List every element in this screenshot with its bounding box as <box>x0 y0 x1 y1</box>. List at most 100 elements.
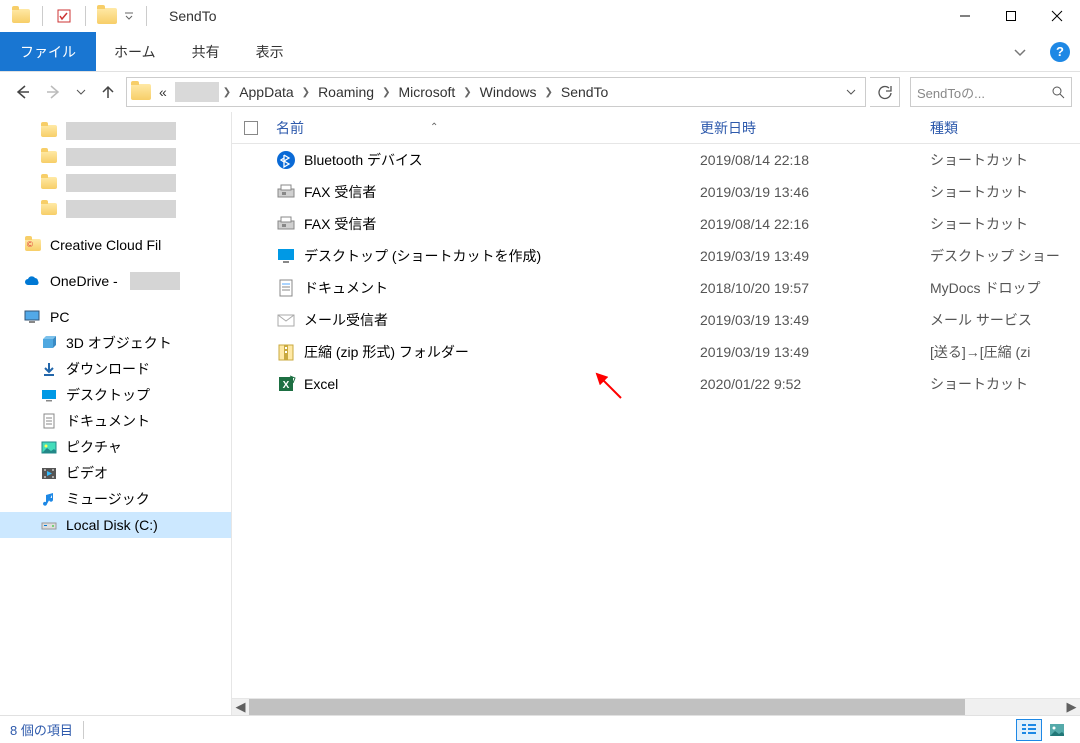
sidebar-quick-item[interactable] <box>0 144 231 170</box>
file-row[interactable]: デスクトップ (ショートカットを作成) 2019/03/19 13:49デスクトッ… <box>232 240 1080 272</box>
scroll-left-icon[interactable]: ◀ <box>232 699 249 716</box>
up-button[interactable] <box>94 78 122 106</box>
pictures-icon <box>40 438 58 456</box>
search-placeholder: SendToの... <box>917 83 1051 102</box>
file-date: 2019/03/19 13:49 <box>700 248 930 264</box>
column-date-header[interactable]: 更新日時 <box>700 118 930 138</box>
file-name: 圧縮 (zip 形式) フォルダー <box>304 342 469 362</box>
ribbon-expand-icon[interactable] <box>1000 32 1040 71</box>
crumb-microsoft[interactable]: Microsoft <box>392 78 461 106</box>
address-bar[interactable]: « ❯ AppData ❯ Roaming ❯ Microsoft ❯ Wind… <box>126 77 866 107</box>
maximize-button[interactable] <box>988 0 1034 32</box>
file-row[interactable]: XExcel2020/01/22 9:52ショートカット <box>232 368 1080 400</box>
file-name: メール受信者 <box>304 310 388 330</box>
file-row[interactable]: FAX 受信者2019/03/19 13:46ショートカット <box>232 176 1080 208</box>
sidebar-item-label: ダウンロード <box>66 359 150 379</box>
file-date: 2019/08/14 22:16 <box>700 216 930 232</box>
crumb-windows[interactable]: Windows <box>474 78 543 106</box>
back-button[interactable] <box>8 78 36 106</box>
sidebar-item-videos[interactable]: ビデオ <box>0 460 231 486</box>
file-type: デスクトップ ショー <box>930 246 1080 266</box>
excel-icon: X <box>276 374 296 394</box>
file-name: Excel <box>304 376 338 392</box>
sidebar-quick-item[interactable] <box>0 118 231 144</box>
crumb-roaming[interactable]: Roaming <box>312 78 380 106</box>
sidebar-item-label: ビデオ <box>66 463 108 483</box>
crumb-sep-icon[interactable]: ❯ <box>542 87 554 98</box>
sidebar-item-label: OneDrive - <box>50 273 118 289</box>
file-date: 2020/01/22 9:52 <box>700 376 930 392</box>
sidebar-item-downloads[interactable]: ダウンロード <box>0 356 231 382</box>
search-input[interactable]: SendToの... <box>910 77 1072 107</box>
folder-icon <box>40 122 58 140</box>
file-date: 2019/08/14 22:18 <box>700 152 930 168</box>
sidebar-item-local-disk-c[interactable]: Local Disk (C:) <box>0 512 231 538</box>
file-row[interactable]: FAX 受信者2019/08/14 22:16ショートカット <box>232 208 1080 240</box>
file-row[interactable]: 圧縮 (zip 形式) フォルダー2019/03/19 13:49[送る]→[圧… <box>232 336 1080 368</box>
ribbon-tab-home[interactable]: ホーム <box>96 32 174 71</box>
sidebar-quick-item[interactable] <box>0 196 231 222</box>
ribbon-tab-view[interactable]: 表示 <box>238 32 302 71</box>
mail-icon <box>276 310 296 330</box>
qat-folder-icon[interactable] <box>96 5 118 27</box>
recent-dropdown[interactable] <box>72 78 90 106</box>
navigation-pane[interactable]: ©Creative Cloud Fil OneDrive - PC 3D オブジ… <box>0 112 232 715</box>
ribbon-file-tab[interactable]: ファイル <box>0 32 96 71</box>
close-button[interactable] <box>1034 0 1080 32</box>
ribbon: ファイル ホーム 共有 表示 ? <box>0 32 1080 72</box>
ribbon-tab-share[interactable]: 共有 <box>174 32 238 71</box>
select-all-checkbox[interactable] <box>244 121 258 135</box>
sidebar-item-onedrive[interactable]: OneDrive - <box>0 268 231 294</box>
crumb-sendto[interactable]: SendTo <box>555 78 614 106</box>
crumb-overflow[interactable]: « <box>153 78 173 106</box>
music-icon <box>40 490 58 508</box>
crumb-sep-icon[interactable]: ❯ <box>380 87 392 98</box>
file-row[interactable]: メール受信者 2019/03/19 13:49メール サービス <box>232 304 1080 336</box>
sidebar-item-label: デスクトップ <box>66 385 150 405</box>
sidebar-item-pc[interactable]: PC <box>0 304 231 330</box>
sidebar-item-pictures[interactable]: ピクチャ <box>0 434 231 460</box>
sidebar-item-creative-cloud[interactable]: ©Creative Cloud Fil <box>0 232 231 258</box>
file-rows: Bluetooth デバイス2019/08/14 22:18ショートカット FAX… <box>232 144 1080 698</box>
qat-dropdown-icon[interactable] <box>122 5 136 27</box>
crumb-sep-icon[interactable]: ❯ <box>300 87 312 98</box>
window-title: SendTo <box>169 8 216 24</box>
crumb-appdata[interactable]: AppData <box>233 78 299 106</box>
crumb-sep-icon[interactable]: ❯ <box>461 87 473 98</box>
onedrive-icon <box>24 272 42 290</box>
sidebar-item-desktop[interactable]: デスクトップ <box>0 382 231 408</box>
qat-properties-icon[interactable] <box>53 5 75 27</box>
column-type-header[interactable]: 種類 <box>930 118 1080 138</box>
file-row[interactable]: Bluetooth デバイス2019/08/14 22:18ショートカット <box>232 144 1080 176</box>
file-type: メール サービス <box>930 310 1080 330</box>
refresh-button[interactable] <box>870 77 900 107</box>
column-name-header[interactable]: 名前⌃ <box>270 118 700 138</box>
view-details-button[interactable] <box>1016 719 1042 741</box>
horizontal-scrollbar[interactable]: ◀ ▶ <box>232 698 1080 715</box>
sidebar-quick-item[interactable] <box>0 170 231 196</box>
file-date: 2019/03/19 13:49 <box>700 312 930 328</box>
search-icon <box>1051 85 1065 99</box>
crumb-hidden-user[interactable] <box>175 82 219 102</box>
folder-icon <box>40 200 58 218</box>
file-name: FAX 受信者 <box>304 182 376 202</box>
desktop-icon <box>40 386 58 404</box>
file-date: 2019/03/19 13:46 <box>700 184 930 200</box>
fax-icon <box>276 182 296 202</box>
view-large-icons-button[interactable] <box>1044 719 1070 741</box>
file-name: デスクトップ (ショートカットを作成) <box>304 246 541 266</box>
help-button[interactable]: ? <box>1040 32 1080 71</box>
forward-button[interactable] <box>40 78 68 106</box>
address-dropdown-icon[interactable] <box>841 87 861 97</box>
scroll-right-icon[interactable]: ▶ <box>1063 699 1080 716</box>
minimize-button[interactable] <box>942 0 988 32</box>
pc-icon <box>24 308 42 326</box>
sort-arrow-icon: ⌃ <box>430 122 438 133</box>
sidebar-item-3d-objects[interactable]: 3D オブジェクト <box>0 330 231 356</box>
folder-icon <box>40 174 58 192</box>
file-row[interactable]: ドキュメント2018/10/20 19:57MyDocs ドロップ <box>232 272 1080 304</box>
sidebar-item-music[interactable]: ミュージック <box>0 486 231 512</box>
crumb-sep-icon[interactable]: ❯ <box>221 87 233 98</box>
qat-divider <box>42 6 43 26</box>
sidebar-item-documents[interactable]: ドキュメント <box>0 408 231 434</box>
